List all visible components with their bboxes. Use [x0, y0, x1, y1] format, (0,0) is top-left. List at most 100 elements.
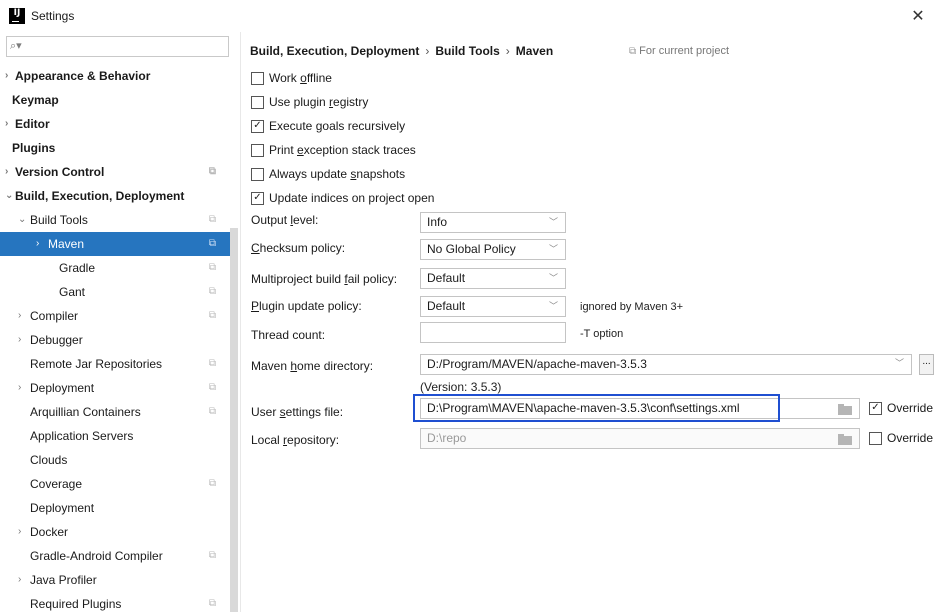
breadcrumb-item: Build, Execution, Deployment — [250, 44, 420, 58]
sidebar-item-keymap[interactable]: Keymap — [0, 88, 230, 112]
sidebar-item-label: Coverage — [30, 477, 83, 491]
sidebar-item-gradle[interactable]: Gradle ⧉ — [0, 256, 230, 280]
project-scope-icon: ⧉ — [208, 550, 216, 561]
maven-home-browse-button[interactable]: ... — [919, 354, 934, 375]
sidebar-item-gradle-android-compiler[interactable]: Gradle-Android Compiler ⧉ — [0, 544, 230, 568]
chevron-right-icon[interactable]: › — [18, 376, 28, 400]
sidebar-item-label: Deployment — [30, 501, 95, 515]
maven-version: (Version: 3.5.3) — [420, 380, 502, 394]
always-update-snapshots-checkbox[interactable]: Always update snapshots — [251, 165, 405, 183]
sidebar-item-compiler[interactable]: › Compiler ⧉ — [0, 304, 230, 328]
chevron-down-icon[interactable]: ﹀ — [895, 356, 904, 369]
search-icon: ⌕▾ — [10, 40, 22, 52]
sidebar-item-coverage[interactable]: Coverage ⧉ — [0, 472, 230, 496]
sidebar-scrollbar[interactable] — [230, 228, 238, 612]
project-scope-icon: ⧉ — [208, 358, 216, 369]
folder-icon[interactable] — [838, 434, 852, 445]
sidebar-item-deployment[interactable]: Deployment — [0, 496, 230, 520]
checkbox-label: Always update snapshots — [269, 167, 406, 181]
sidebar-item-label: Editor — [15, 117, 50, 131]
sidebar-item-required-plugins[interactable]: Required Plugins ⧉ — [0, 592, 230, 612]
sidebar-item-maven[interactable]: › Maven ⧉ — [0, 232, 230, 256]
chevron-right-icon[interactable]: › — [18, 304, 28, 328]
chevron-right-icon[interactable]: › — [18, 520, 28, 544]
sidebar-item-java-profiler[interactable]: › Java Profiler — [0, 568, 230, 592]
local-repository-override-checkbox[interactable]: Override — [869, 429, 933, 447]
sidebar-item-label: Maven — [48, 237, 85, 251]
print-exception-stack-traces-checkbox[interactable]: Print exception stack traces — [251, 141, 416, 159]
breadcrumb: Build, Execution, Deployment › Build Tools… — [250, 44, 553, 58]
chevron-right-icon[interactable]: › — [5, 64, 15, 88]
sidebar-item-label: Plugins — [12, 141, 56, 155]
local-repository-label: Local repository: — [251, 433, 340, 447]
sidebar-item-plugins[interactable]: Plugins — [0, 136, 230, 160]
checkbox-icon — [251, 143, 264, 157]
checksum-policy-select[interactable]: No Global Policy ﹀ — [420, 239, 566, 260]
chevron-down-icon[interactable]: ⌄ — [5, 184, 15, 208]
sidebar-item-clouds[interactable]: Clouds — [0, 448, 230, 472]
sidebar-item-arquillian-containers[interactable]: Arquillian Containers ⧉ — [0, 400, 230, 424]
sidebar-item-label: Build Tools — [30, 213, 88, 227]
sidebar-item-label: Gant — [59, 285, 86, 299]
chevron-right-icon[interactable]: › — [5, 160, 15, 184]
plugin-update-policy-select[interactable]: Default ﹀ — [420, 296, 566, 317]
thread-count-input[interactable] — [420, 322, 566, 343]
checkmark-icon: ✓ — [251, 191, 264, 205]
work-offline-checkbox[interactable]: Work offline — [251, 69, 332, 87]
sidebar-item-build-execution-deployment[interactable]: ⌄ Build, Execution, Deployment — [0, 184, 230, 208]
output-level-select[interactable]: Info ﹀ — [420, 212, 566, 233]
sidebar-item-debugger[interactable]: › Debugger — [0, 328, 230, 352]
maven-settings-panel: Build, Execution, Deployment › Build Tools… — [241, 32, 934, 612]
sidebar-item-docker[interactable]: › Docker — [0, 520, 230, 544]
multiproject-fail-policy-select[interactable]: Default ﹀ — [420, 268, 566, 289]
sidebar-item-label: Appearance & Behavior — [15, 69, 151, 83]
folder-icon[interactable] — [838, 404, 852, 415]
sidebar-item-label: Clouds — [30, 453, 68, 467]
chevron-down-icon: ﹀ — [548, 244, 558, 254]
chevron-right-icon[interactable]: › — [18, 328, 28, 352]
chevron-right-icon[interactable]: › — [5, 112, 15, 136]
maven-home-combo[interactable]: D:/Program/MAVEN/apache-maven-3.5.3 — [420, 354, 912, 375]
sidebar-item-remote-jar-repositories[interactable]: Remote Jar Repositories ⧉ — [0, 352, 230, 376]
chevron-down-icon[interactable]: ⌄ — [18, 208, 28, 232]
project-scope-icon: ⧉ — [208, 238, 216, 249]
sidebar-item-version-control[interactable]: › Version Control ⧉ — [0, 160, 230, 184]
breadcrumb-item: Build Tools — [435, 44, 500, 58]
search-box[interactable]: ⌕▾ — [6, 36, 229, 57]
project-scope-icon: ⧉ — [208, 214, 216, 225]
checkbox-icon — [251, 95, 264, 109]
user-settings-override-checkbox[interactable]: ✓ Override — [869, 399, 933, 417]
sidebar-item-label: Compiler — [30, 309, 79, 323]
chevron-down-icon: ﹀ — [548, 301, 558, 311]
search-input[interactable] — [25, 38, 225, 55]
project-scope-icon: ⧉ — [208, 286, 216, 297]
user-settings-label: User settings file: — [251, 405, 344, 419]
sidebar-item-appearance-behavior[interactable]: › Appearance & Behavior — [0, 64, 230, 88]
update-indices-on-project-open-checkbox[interactable]: ✓ Update indices on project open — [251, 189, 434, 207]
local-repository-input[interactable]: D:\repo — [420, 428, 860, 449]
checkbox-icon — [251, 167, 264, 181]
checkbox-icon — [869, 431, 882, 445]
sidebar-item-label: Docker — [30, 525, 69, 539]
sidebar-item-editor[interactable]: › Editor — [0, 112, 230, 136]
project-scope-icon: ⧉ — [208, 166, 216, 177]
sidebar-item-label: Gradle — [59, 261, 96, 275]
checkbox-label: Print exception stack traces — [269, 143, 416, 157]
close-icon: ✕ — [911, 8, 925, 25]
breadcrumb-separator: › — [425, 44, 430, 58]
execute-goals-recursively-checkbox[interactable]: ✓ Execute goals recursively — [251, 117, 405, 135]
plugin-update-policy-label: Plugin update policy: — [251, 299, 362, 313]
chevron-right-icon[interactable]: › — [36, 232, 46, 256]
chevron-right-icon[interactable]: › — [18, 568, 28, 592]
sidebar-item-label: Remote Jar Repositories — [30, 357, 163, 371]
sidebar-item-gant[interactable]: Gant ⧉ — [0, 280, 230, 304]
close-button[interactable]: ✕ — [908, 6, 928, 26]
sidebar-item-deployment[interactable]: › Deployment ⧉ — [0, 376, 230, 400]
checkbox-icon — [251, 71, 264, 85]
checkbox-label: Update indices on project open — [269, 191, 435, 205]
sidebar: ⌕▾ › Appearance & Behavior Keymap › Editor Pl… — [0, 32, 240, 612]
maven-home-label: Maven home directory: — [251, 359, 374, 373]
sidebar-item-build-tools[interactable]: ⌄ Build Tools ⧉ — [0, 208, 230, 232]
use-plugin-registry-checkbox[interactable]: Use plugin registry — [251, 93, 368, 111]
sidebar-item-application-servers[interactable]: Application Servers — [0, 424, 230, 448]
